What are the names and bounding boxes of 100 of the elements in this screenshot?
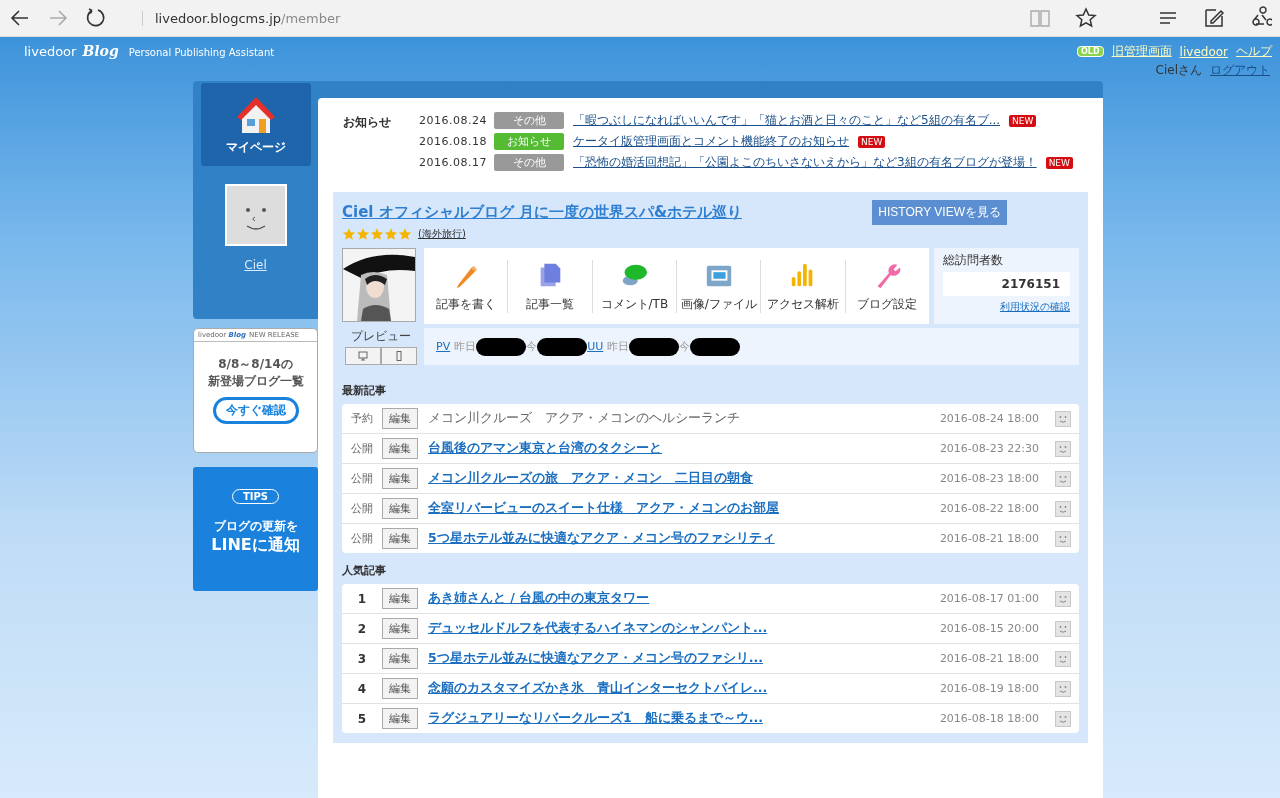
tips-banner[interactable]: TIPS ブログの更新を LINEに通知 — [193, 467, 318, 591]
stat-link[interactable]: UU — [587, 340, 604, 353]
monitor-icon — [357, 351, 368, 361]
status-label: 公開 — [350, 501, 374, 516]
star-icon — [398, 227, 412, 241]
notice-date: 2016.08.18 — [419, 135, 485, 148]
menu-item[interactable]: アクセス解析 — [761, 259, 846, 313]
category-tag: その他 — [494, 112, 564, 129]
usage-link[interactable]: 利用状況の確認 — [1000, 300, 1070, 314]
blog-logo[interactable]: livedoor Blog Personal Publishing Assistant — [24, 43, 275, 59]
status-label: 予約 — [350, 411, 374, 426]
article-link[interactable]: 台風後のアマン東京と台湾のタクシーと — [428, 440, 940, 457]
section-heading: 人気記事 — [342, 563, 387, 578]
article-link[interactable]: 5つ星ホテル並みに快適なアクア・メコン号のファシリ... — [428, 650, 940, 667]
article-date: 2016-08-23 18:00 — [939, 472, 1039, 485]
notice-date: 2016.08.17 — [419, 156, 485, 169]
article-link[interactable]: 念願のカスタマイズかき氷 青山インターセクトバイレ... — [428, 680, 940, 697]
star-icon — [370, 227, 384, 241]
article-link[interactable]: 全室リバービューのスイート仕様 アクア・メコンのお部屋 — [428, 500, 940, 517]
banner-text: 新登場ブログ一覧 — [207, 373, 304, 390]
phone-icon — [393, 351, 404, 361]
article-title: メコン川クルーズ アクア・メコンのヘルシーランチ — [428, 410, 741, 427]
visitors-label: 総訪問者数 — [943, 252, 1004, 269]
mypage-button[interactable]: マイページ — [200, 83, 311, 166]
article-date: 2016-08-21 18:00 — [939, 532, 1039, 545]
rank-number: 4 — [356, 681, 368, 696]
category-link[interactable]: (海外旅行) — [418, 227, 466, 241]
menu-item[interactable]: 記事一覧 — [508, 259, 593, 313]
article-date: 2016-08-21 18:00 — [939, 652, 1039, 665]
face-icon — [1055, 650, 1071, 667]
menu-item[interactable]: コメント/TB — [592, 259, 677, 313]
redaction-mark — [629, 337, 680, 356]
menu-item[interactable]: ブログ設定 — [845, 259, 929, 313]
notices-heading: お知らせ — [343, 114, 392, 131]
header-link[interactable]: livedoor — [1179, 44, 1228, 59]
rank-number: 5 — [356, 711, 368, 726]
article-link[interactable]: 5つ星ホテル並みに快適なアクア・メコン号のファシリティ — [428, 530, 940, 547]
visitors-count: 2176151 — [943, 272, 1070, 296]
edit-button[interactable]: 編集 — [382, 618, 418, 639]
header-link[interactable]: 旧管理画面 — [1111, 43, 1172, 60]
article-date: 2016-08-15 20:00 — [939, 622, 1039, 635]
face-icon — [1055, 440, 1071, 457]
check-now-button[interactable]: 今すぐ確認 — [212, 397, 299, 424]
article-date: 2016-08-18 18:00 — [939, 712, 1039, 725]
star-icon — [384, 227, 398, 241]
article-link[interactable]: デュッセルドルフを代表するハイネマンのシャンパント... — [428, 620, 940, 637]
article-date: 2016-08-17 01:00 — [939, 592, 1039, 605]
user-name: Cielさん — [1155, 62, 1202, 79]
star-icon[interactable] — [1074, 6, 1098, 30]
face-icon — [1055, 590, 1071, 607]
blog-title-link[interactable]: Ciel オフィシャルブログ 月に一度の世界スパ&ホテル巡り — [342, 203, 742, 222]
pen-note-icon[interactable] — [1202, 6, 1226, 30]
category-tag: その他 — [494, 154, 564, 171]
notice-date: 2016.08.24 — [419, 114, 485, 127]
stat-label: 昨日 — [607, 339, 630, 354]
article-link[interactable]: メコン川クルーズの旅 アクア・メコン 二日目の朝食 — [428, 470, 940, 487]
redaction-mark — [476, 337, 527, 356]
edit-button[interactable]: 編集 — [382, 528, 418, 549]
notice-link[interactable]: 「暇つぶしになればいいんです」「猫とお酒と日々のこと」など5組の有名ブ... — [573, 112, 1001, 129]
stat-label: 今 — [679, 339, 691, 354]
stat-label: 昨日 — [454, 339, 477, 354]
old-badge: OLD — [1077, 46, 1104, 57]
category-tag: お知らせ — [494, 133, 564, 150]
tips-text: ブログの更新を — [213, 518, 298, 535]
face-icon — [1055, 500, 1071, 517]
article-link[interactable]: ラグジュアリーなリバークルーズ1 船に乗るまで～ウ... — [428, 710, 940, 727]
menu-item[interactable]: 画像/ファイル — [677, 259, 762, 313]
header-link[interactable]: ヘルプ — [1236, 43, 1272, 60]
rank-number: 1 — [356, 591, 368, 606]
article-link[interactable]: あき姉さんと / 台風の中の東京タワー — [428, 590, 940, 607]
face-icon — [1055, 620, 1071, 637]
face-icon — [1055, 410, 1071, 427]
notice-link[interactable]: ケータイ版管理画面とコメント機能終了のお知らせ — [573, 133, 849, 150]
redaction-mark — [690, 337, 741, 356]
article-date: 2016-08-19 18:00 — [939, 682, 1039, 695]
edit-button[interactable]: 編集 — [382, 408, 418, 429]
preview-label: プレビュー — [350, 328, 411, 345]
rank-number: 3 — [356, 651, 368, 666]
edit-button[interactable]: 編集 — [382, 498, 418, 519]
history-view-button[interactable]: HISTORY VIEWを見る — [872, 200, 1007, 225]
status-label: 公開 — [350, 531, 374, 546]
rank-number: 2 — [356, 621, 368, 636]
star-icon — [356, 227, 370, 241]
avatar-face-icon — [224, 184, 287, 246]
edit-button[interactable]: 編集 — [382, 588, 418, 609]
edit-button[interactable]: 編集 — [382, 708, 418, 729]
new-badge: NEW — [858, 135, 886, 148]
status-label: 公開 — [350, 441, 374, 456]
stat-label: 今 — [526, 339, 538, 354]
article-date: 2016-08-24 18:00 — [939, 412, 1039, 425]
notice-link[interactable]: 「恐怖の婚活回想記」「公園よこのちいさないえから」など3組の有名ブログが登場！ — [573, 154, 1037, 171]
user-link[interactable]: Ciel — [244, 258, 267, 272]
stat-link[interactable]: PV — [436, 340, 451, 353]
edit-button[interactable]: 編集 — [382, 438, 418, 459]
new-badge: NEW — [1045, 156, 1073, 169]
edit-button[interactable]: 編集 — [382, 468, 418, 489]
status-label: 公開 — [350, 471, 374, 486]
menu-item[interactable]: 記事を書く — [424, 259, 509, 313]
edit-button[interactable]: 編集 — [382, 678, 418, 699]
edit-button[interactable]: 編集 — [382, 648, 418, 669]
